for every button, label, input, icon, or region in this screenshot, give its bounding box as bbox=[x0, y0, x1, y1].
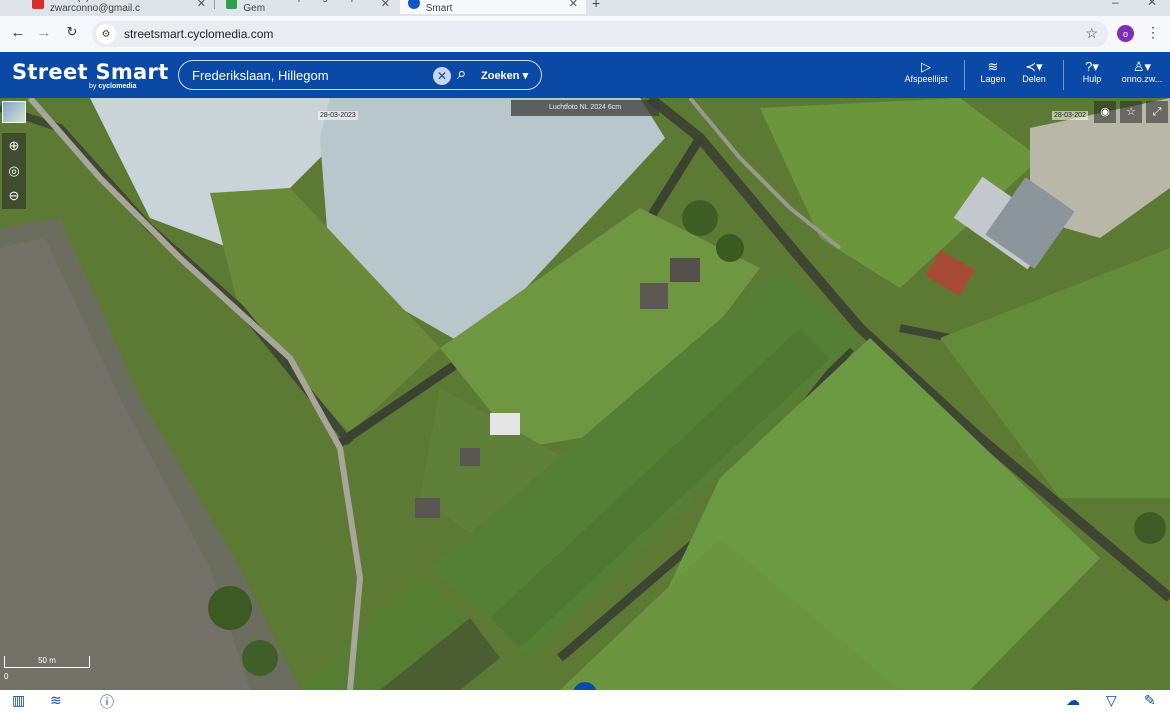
close-icon[interactable]: ✕ bbox=[381, 0, 390, 10]
layer-thumbnail[interactable] bbox=[2, 101, 26, 123]
tab-title: Interactieve plattegrond | Gem bbox=[243, 0, 353, 14]
playlist-button[interactable]: ▷ Afspeellijst bbox=[902, 59, 950, 85]
site-settings-icon[interactable]: ⚙ bbox=[96, 24, 116, 44]
tab-title: Inbox (2) - zwarconno@gmail.c bbox=[49, 0, 141, 14]
tab-gmail[interactable]: Inbox (2) - zwarconno@gmail.c ✕ bbox=[24, 0, 214, 14]
pencil-icon[interactable]: ✎ bbox=[1144, 692, 1156, 709]
brand-sub: by cyclomedia bbox=[89, 83, 136, 90]
scale-hint: 0 bbox=[4, 672, 9, 681]
header-divider bbox=[964, 60, 965, 90]
minimize-icon[interactable]: – bbox=[1112, 0, 1119, 9]
zoom-in-icon[interactable]: ⊕ bbox=[2, 133, 26, 158]
back-icon[interactable]: ← bbox=[8, 24, 28, 41]
favorite-star-icon[interactable]: ☆ bbox=[1120, 101, 1142, 123]
header-divider bbox=[1063, 60, 1064, 90]
play-icon: ▷ bbox=[921, 59, 931, 74]
right-date-stamp: 28-03-202 bbox=[1052, 111, 1088, 120]
share-icon: ≺▾ bbox=[1025, 59, 1043, 74]
search-box[interactable]: Frederikslaan, Hillegom ✕ ⌕ Zoeken ▾ bbox=[178, 60, 542, 90]
help-icon: ?▾ bbox=[1085, 59, 1099, 74]
forward-icon[interactable]: → bbox=[34, 24, 54, 41]
browser-tab-strip: Inbox (2) - zwarconno@gmail.c ✕ Interact… bbox=[0, 0, 1170, 16]
aerial-imagery[interactable] bbox=[0, 98, 1170, 690]
map-icon[interactable]: ▥ bbox=[12, 692, 25, 709]
close-icon[interactable]: ✕ bbox=[569, 0, 578, 10]
eye-icon[interactable]: ◉ bbox=[1094, 101, 1116, 123]
layers-icon: ≋ bbox=[987, 59, 999, 74]
layers-icon[interactable]: ≋ bbox=[50, 692, 62, 709]
brand-sub-name: cyclomedia bbox=[98, 83, 137, 90]
close-window-icon[interactable]: ✕ bbox=[1147, 0, 1157, 9]
user-icon: ♙▾ bbox=[1132, 59, 1152, 74]
tab-street-smart[interactable]: Street Smart ✕ bbox=[400, 0, 586, 14]
menu-kebab-icon[interactable]: ⋮ bbox=[1146, 24, 1160, 41]
left-date-stamp: 28-03-2023 bbox=[318, 111, 358, 120]
search-icon[interactable]: ⌕ bbox=[457, 64, 467, 84]
reload-icon[interactable]: ↻ bbox=[62, 24, 82, 40]
search-button-label: Zoeken bbox=[481, 70, 520, 82]
app-header: Street Smart by cyclomedia Frederikslaan… bbox=[0, 52, 1170, 98]
share-label: Delen bbox=[1022, 74, 1046, 84]
map-controls: ⊕ ◎ ⊖ bbox=[2, 133, 26, 209]
bottom-toolbar: ▥ ≋ ⓘ ☁ ▽ ✎ bbox=[0, 690, 1170, 710]
basket-icon[interactable]: ▽ bbox=[1106, 692, 1117, 709]
close-icon[interactable]: ✕ bbox=[197, 0, 206, 10]
brand-sub-prefix: by bbox=[89, 83, 99, 90]
report-icon[interactable]: ⓘ bbox=[100, 692, 114, 712]
help-label: Hulp bbox=[1082, 74, 1102, 84]
cloud-icon[interactable]: ☁ bbox=[1066, 692, 1080, 709]
tab-plattegrond[interactable]: Interactieve plattegrond | Gem ✕ bbox=[218, 0, 398, 14]
imagery-label: Luchtfoto NL 2024 6cm bbox=[511, 100, 659, 116]
layers-button[interactable]: ≋ Lagen bbox=[978, 59, 1008, 85]
profile-avatar[interactable]: o bbox=[1117, 25, 1134, 42]
bookmark-star-icon[interactable]: ☆ bbox=[1085, 25, 1098, 42]
help-button[interactable]: ?▾ Hulp bbox=[1075, 59, 1109, 85]
tab-title: Street Smart bbox=[425, 0, 453, 14]
search-button[interactable]: Zoeken ▾ bbox=[481, 69, 528, 82]
new-tab-icon[interactable]: + bbox=[592, 0, 600, 11]
aerial-map[interactable]: ⊕ ◎ ⊖ 28-03-2023 Luchtfoto NL 2024 6cm 2… bbox=[0, 98, 1170, 690]
layers-label: Lagen bbox=[980, 74, 1006, 84]
locate-icon[interactable]: ◎ bbox=[2, 158, 26, 183]
brand-name: Street Smart bbox=[12, 60, 169, 84]
browser-toolbar: ← → ↻ ⚙ streetsmart.cyclomedia.com ☆ o ⋮ bbox=[0, 16, 1170, 52]
share-button[interactable]: ≺▾ Delen bbox=[1018, 59, 1050, 85]
address-bar[interactable]: ⚙ streetsmart.cyclomedia.com ☆ bbox=[92, 21, 1108, 47]
gmail-icon bbox=[32, 0, 44, 9]
street-smart-icon bbox=[408, 0, 420, 9]
url-text[interactable]: streetsmart.cyclomedia.com bbox=[124, 27, 273, 41]
clear-search-icon[interactable]: ✕ bbox=[433, 67, 451, 85]
user-menu-button[interactable]: ♙▾ onno.zw... bbox=[1118, 59, 1166, 85]
heart-icon bbox=[226, 0, 238, 9]
scale-bar: 50 m bbox=[4, 656, 90, 668]
fullscreen-icon[interactable]: ⤢ bbox=[1146, 101, 1168, 123]
user-label: onno.zw... bbox=[1121, 74, 1163, 84]
search-input[interactable]: Frederikslaan, Hillegom bbox=[192, 68, 442, 83]
zoom-out-icon[interactable]: ⊖ bbox=[2, 183, 26, 208]
tab-separator bbox=[214, 0, 215, 9]
playlist-label: Afspeellijst bbox=[904, 74, 948, 84]
brand-logo[interactable]: Street Smart by cyclomedia bbox=[12, 60, 169, 90]
